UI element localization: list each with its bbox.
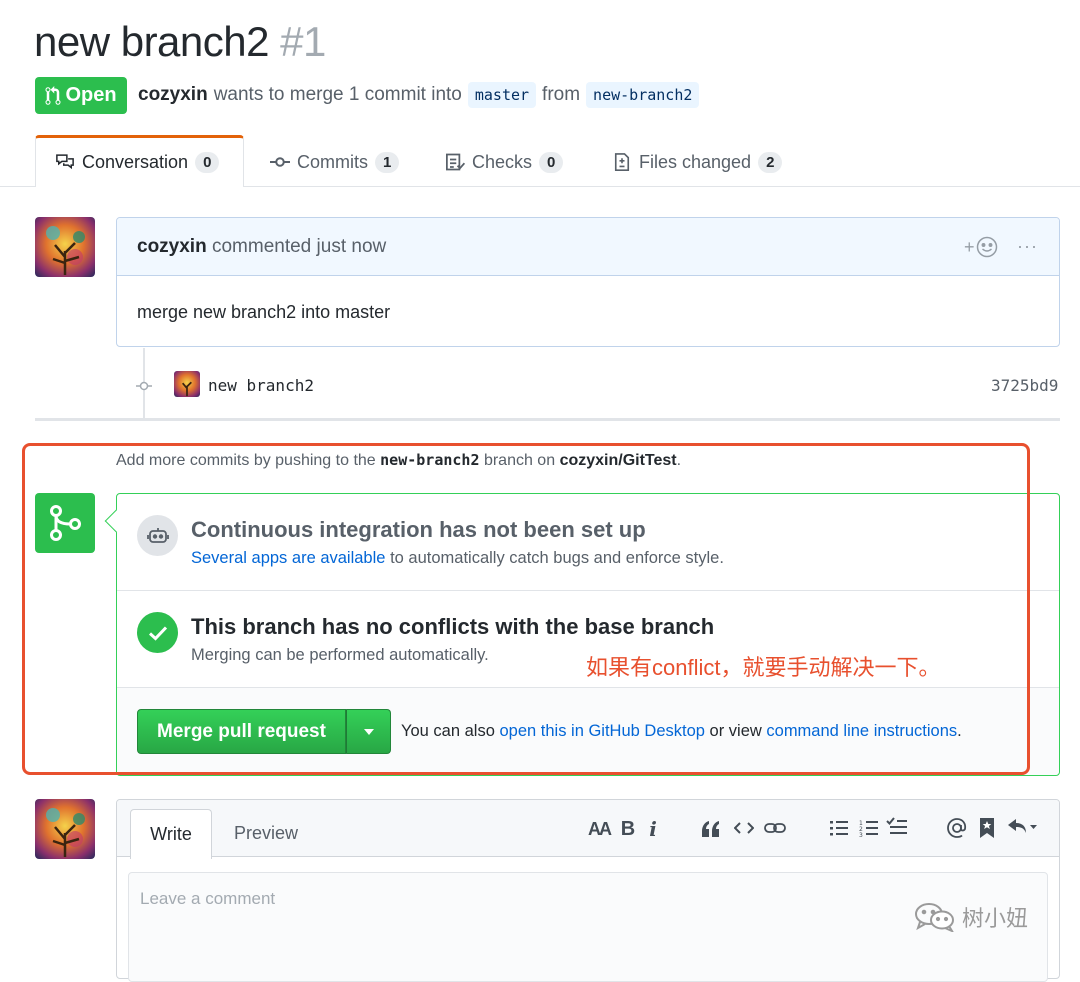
pr-number: #1: [280, 18, 326, 65]
bold-icon[interactable]: B: [620, 816, 636, 842]
comment-body: merge new branch2 into master: [137, 302, 391, 322]
smiley-icon: [976, 236, 997, 258]
comment-author[interactable]: cozyxin: [137, 236, 207, 257]
tab-checks[interactable]: Checks 0: [445, 143, 564, 181]
pr-meta: cozyxin wants to merge 1 commit into mas…: [138, 82, 700, 108]
pr-title: new branch2 #1: [34, 18, 326, 66]
comment-action[interactable]: commented just now: [212, 236, 386, 257]
avatar[interactable]: [35, 799, 95, 859]
commit-sha[interactable]: 3725bd9: [991, 376, 1058, 395]
tab-counter: 0: [195, 151, 220, 173]
tab-counter: 2: [758, 151, 783, 173]
mention-icon[interactable]: [946, 817, 968, 839]
wechat-icon: [915, 903, 954, 932]
state-badge: Open: [35, 77, 127, 114]
code-icon[interactable]: [734, 820, 754, 836]
plus-label: +: [964, 236, 975, 257]
header-text-icon[interactable]: AA: [586, 816, 612, 842]
tab-files-changed[interactable]: Files changed 2: [612, 143, 783, 181]
pr-from-text: from: [542, 84, 581, 105]
tab-counter: 1: [375, 151, 400, 173]
commit-avatar[interactable]: [174, 371, 200, 397]
reply-icon[interactable]: [1007, 818, 1037, 836]
add-reaction-button[interactable]: +: [964, 234, 1004, 260]
more-options-icon[interactable]: ···: [1017, 236, 1038, 257]
pr-author-link[interactable]: cozyxin: [138, 84, 208, 106]
tab-label: Checks: [472, 151, 533, 172]
unordered-list-icon[interactable]: [829, 818, 849, 838]
commit-message[interactable]: new branch2: [208, 376, 314, 395]
state-label: Open: [65, 84, 117, 106]
git-pull-request-icon: [45, 85, 61, 105]
head-branch-tag[interactable]: new-branch2: [586, 82, 700, 108]
preview-tab[interactable]: Preview: [234, 823, 298, 844]
italic-icon[interactable]: i: [646, 816, 660, 842]
pr-merge-text: wants to merge 1 commit into: [213, 84, 462, 105]
file-diff-icon: [614, 153, 630, 171]
link-icon[interactable]: [764, 820, 786, 836]
avatar[interactable]: [35, 217, 95, 277]
task-list-icon[interactable]: [886, 816, 908, 838]
annotation-highlight-box: [22, 443, 1030, 775]
comment-textarea[interactable]: Leave a comment: [128, 872, 1048, 982]
tab-conversation[interactable]: Conversation 0: [55, 143, 220, 181]
base-branch-tag[interactable]: master: [467, 82, 537, 108]
write-tab[interactable]: Write: [130, 809, 212, 859]
watermark: 树小妞: [914, 901, 1028, 933]
checklist-icon: [446, 153, 465, 171]
annotation-note: 如果有conflict，就要手动解决一下。: [586, 655, 941, 680]
tab-label: Commits: [297, 151, 368, 172]
pr-title-text: new branch2: [34, 18, 270, 65]
ordered-list-icon[interactable]: 123: [859, 818, 879, 838]
bookmark-icon[interactable]: [979, 817, 995, 839]
tab-commits[interactable]: Commits 1: [270, 143, 400, 181]
tab-counter: 0: [539, 151, 564, 173]
git-commit-icon: [136, 381, 152, 391]
tab-label: Conversation: [82, 151, 189, 172]
watermark-text: 树小妞: [962, 906, 1029, 931]
timeline-divider: [35, 418, 1060, 421]
quote-icon[interactable]: [701, 820, 721, 838]
comment-discussion-icon: [56, 154, 74, 170]
git-commit-icon: [270, 157, 290, 167]
tab-label: Files changed: [639, 151, 752, 172]
svg-text:3: 3: [859, 832, 863, 838]
comment-author-line: cozyxin commented just now: [137, 236, 386, 258]
